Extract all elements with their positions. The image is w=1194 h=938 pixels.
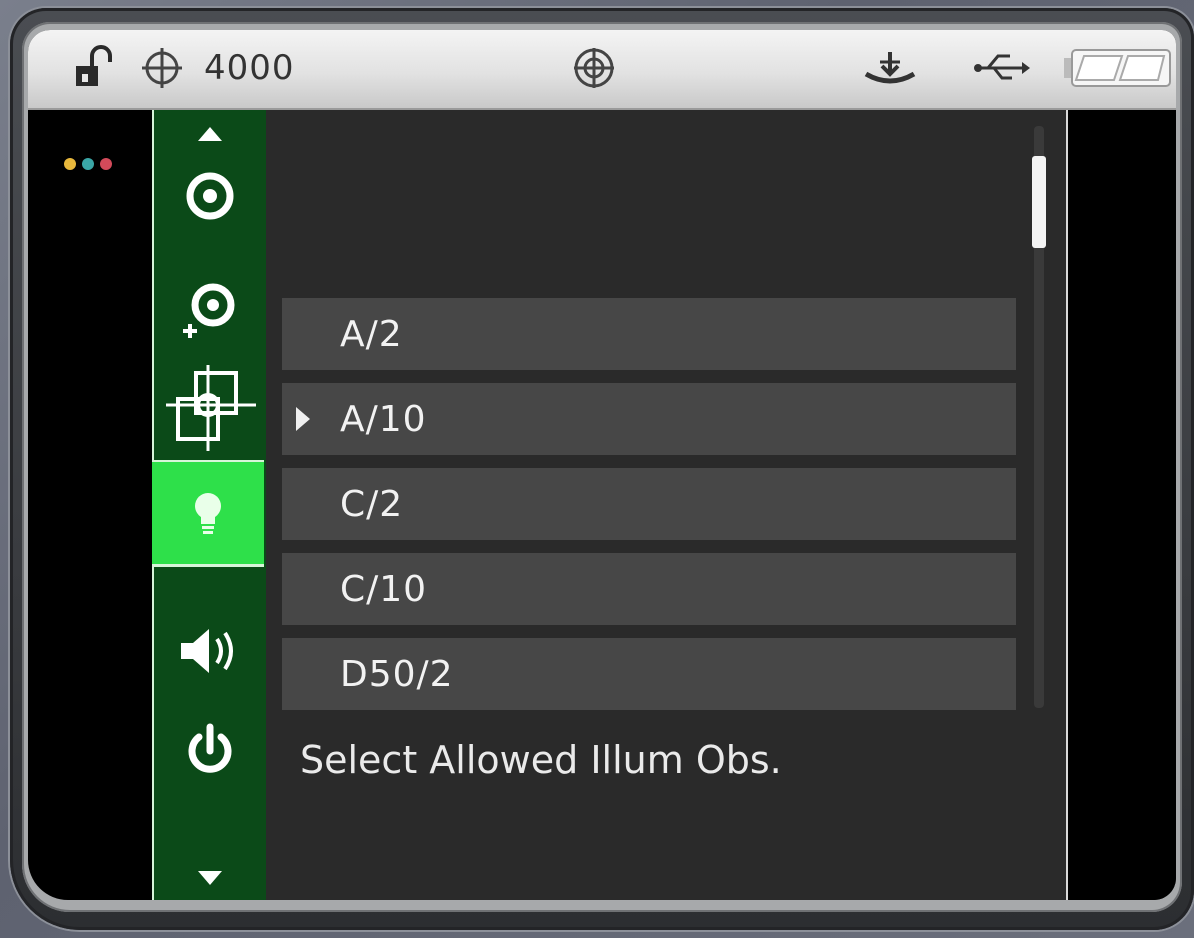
triangle-up-icon[interactable] (154, 118, 266, 148)
usb-icon (972, 44, 1032, 92)
power-icon[interactable] (154, 706, 266, 796)
indicator-dots (64, 158, 112, 170)
square-crosshair-icon[interactable] (154, 356, 266, 462)
hint-text: Select Allowed Illum Obs. (300, 738, 782, 782)
list-item[interactable]: A/10 (282, 383, 1016, 455)
indicator-dot-red (100, 158, 112, 170)
list-item-label: D50/2 (340, 653, 454, 695)
battery-icon (1062, 44, 1174, 92)
unlocked-padlock-icon[interactable] (72, 44, 120, 92)
measure-target-icon (570, 44, 618, 92)
scrollbar-thumb[interactable] (1032, 156, 1046, 248)
device-screen: 4000 A/2 A/10 C/2 C/10 D50/2 Select Allo… (28, 30, 1176, 900)
right-margin (1068, 110, 1176, 900)
list-item-label: A/2 (340, 313, 403, 355)
indicator-dot-teal (82, 158, 94, 170)
status-bar: 4000 (28, 30, 1176, 110)
list-item-label: A/10 (340, 398, 427, 440)
list-item[interactable]: A/2 (282, 298, 1016, 370)
list-item[interactable]: D50/2 (282, 638, 1016, 710)
triangle-down-icon[interactable] (154, 864, 266, 894)
indicator-dot-yellow (64, 158, 76, 170)
list-item-label: C/10 (340, 568, 428, 610)
selection-arrow-icon (296, 407, 310, 431)
lightbulb-icon (152, 462, 264, 564)
target-ring-plus-icon[interactable] (154, 270, 266, 350)
illum-obs-list: A/2 A/10 C/2 C/10 D50/2 (282, 298, 1016, 723)
list-item[interactable]: C/10 (282, 553, 1016, 625)
crosshair-icon (140, 44, 184, 92)
sidebar-divider (152, 564, 264, 567)
sidebar-item-illumination[interactable] (152, 462, 264, 564)
list-item-label: C/2 (340, 483, 404, 525)
sample-tray-icon (862, 44, 918, 92)
speaker-icon[interactable] (154, 606, 266, 696)
list-item[interactable]: C/2 (282, 468, 1016, 540)
measurement-count: 4000 (204, 48, 295, 88)
main-panel: A/2 A/10 C/2 C/10 D50/2 Select Allowed I… (266, 110, 1068, 900)
target-ring-icon[interactable] (154, 160, 266, 232)
